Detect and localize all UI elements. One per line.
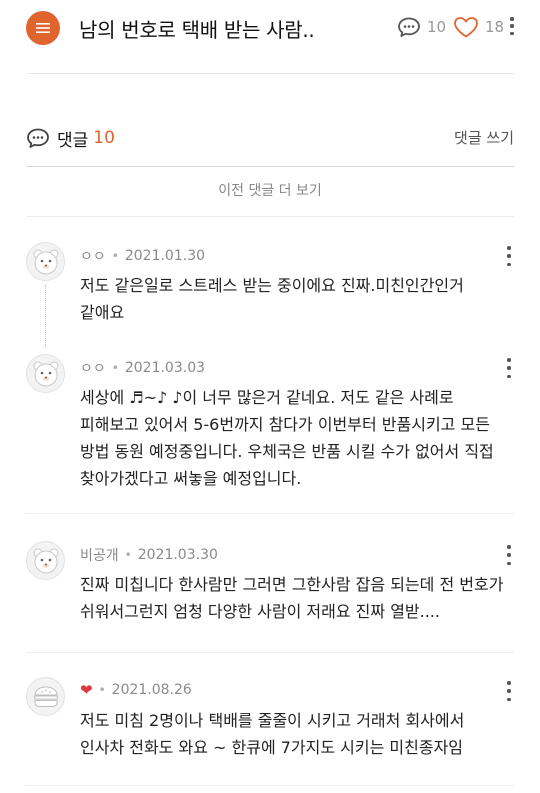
separator-dot: • (124, 548, 132, 562)
speech-bubble-icon (398, 17, 420, 37)
comment-item: 비공개 • 2021.03.30 진짜 미칩니다 한사람만 그러면 그한사람 잡… (26, 541, 514, 657)
divider (26, 166, 514, 167)
comment-date: 2021.03.03 (124, 360, 206, 376)
comment-count: 10 (427, 18, 447, 36)
like-count: 18 (485, 18, 505, 36)
like-button[interactable]: 18 (453, 16, 504, 38)
comment-item: ㅇㅇ • 2021.01.30 저도 같은일로 스트레스 받는 중이에요 진짜.… (26, 242, 514, 347)
comments-header: 댓글 10 댓글 쓰기 (26, 125, 514, 151)
comment-more-icon[interactable] (504, 545, 514, 565)
top-bar: 남의 번호로 택배 받는 사람.. 10 18 (0, 0, 540, 56)
comment-author[interactable]: ❤ (80, 681, 93, 699)
comment-item: ㅇㅇ • 2021.03.03 세상에 ♬~♪ ♪이 너무 많은거 같네요. 저… (26, 354, 514, 514)
divider (26, 652, 514, 653)
hamburger-icon (36, 23, 50, 33)
separator-dot: • (98, 683, 106, 697)
more-options-icon[interactable] (507, 17, 517, 35)
load-previous-comments-button[interactable]: 이전 댓글 더 보기 (26, 180, 514, 200)
thread-line (45, 285, 46, 347)
divider (28, 73, 514, 74)
comment-meta: 비공개 • 2021.03.30 (80, 545, 218, 565)
separator-dot: • (111, 249, 119, 263)
bear-avatar-icon (33, 361, 58, 386)
comment-text: 진짜 미칩니다 한사람만 그러면 그한사람 잡음 되는데 전 번호가 쉬워서그런… (80, 575, 504, 621)
separator-dot: • (111, 361, 119, 375)
comment-date: 2021.08.26 (111, 682, 192, 698)
avatar[interactable] (26, 541, 65, 580)
comment-text: 저도 같은일로 스트레스 받는 중이에요 진짜.미친인간인거 같애요 (80, 276, 464, 322)
burger-avatar-icon (33, 685, 58, 707)
comment-date: 2021.03.30 (137, 547, 218, 563)
menu-button[interactable] (26, 11, 60, 45)
avatar[interactable] (26, 677, 65, 716)
comment-meta: ❤ • 2021.08.26 (80, 681, 192, 699)
comment-author[interactable]: ㅇㅇ (80, 358, 106, 378)
avatar[interactable] (26, 354, 65, 393)
comment-meta: ㅇㅇ • 2021.01.30 (80, 246, 205, 266)
comment-more-icon[interactable] (504, 358, 514, 378)
page-title: 남의 번호로 택배 받는 사람.. (79, 18, 315, 42)
heart-outline-icon (454, 17, 478, 38)
comment-author[interactable]: 비공개 (80, 545, 119, 565)
avatar[interactable] (26, 242, 65, 281)
comment-date: 2021.01.30 (124, 248, 206, 264)
bear-avatar-icon (33, 249, 58, 274)
speech-bubble-icon (27, 128, 49, 148)
divider (26, 216, 514, 217)
comment-meta: ㅇㅇ • 2021.03.03 (80, 358, 205, 378)
divider (26, 785, 514, 786)
write-comment-link[interactable]: 댓글 쓰기 (454, 127, 514, 148)
divider (26, 513, 514, 514)
comment-text: 저도 미침 2명이나 택배를 줄줄이 시키고 거래처 회사에서 인사차 전화도 … (80, 711, 465, 757)
comment-more-icon[interactable] (504, 681, 514, 701)
comments-label: 댓글 (57, 130, 89, 151)
comment-text: 세상에 ♬~♪ ♪이 너무 많은거 같네요. 저도 같은 사례로 피해보고 있어… (80, 388, 494, 488)
comments-count: 10 (93, 128, 115, 148)
comment-more-icon[interactable] (504, 246, 514, 266)
comment-count-button[interactable]: 10 (397, 16, 446, 38)
comment-item: ❤ • 2021.08.26 저도 미침 2명이나 택배를 줄줄이 시키고 거래… (26, 677, 514, 789)
comment-author[interactable]: ㅇㅇ (80, 246, 106, 266)
bear-avatar-icon (33, 548, 58, 573)
